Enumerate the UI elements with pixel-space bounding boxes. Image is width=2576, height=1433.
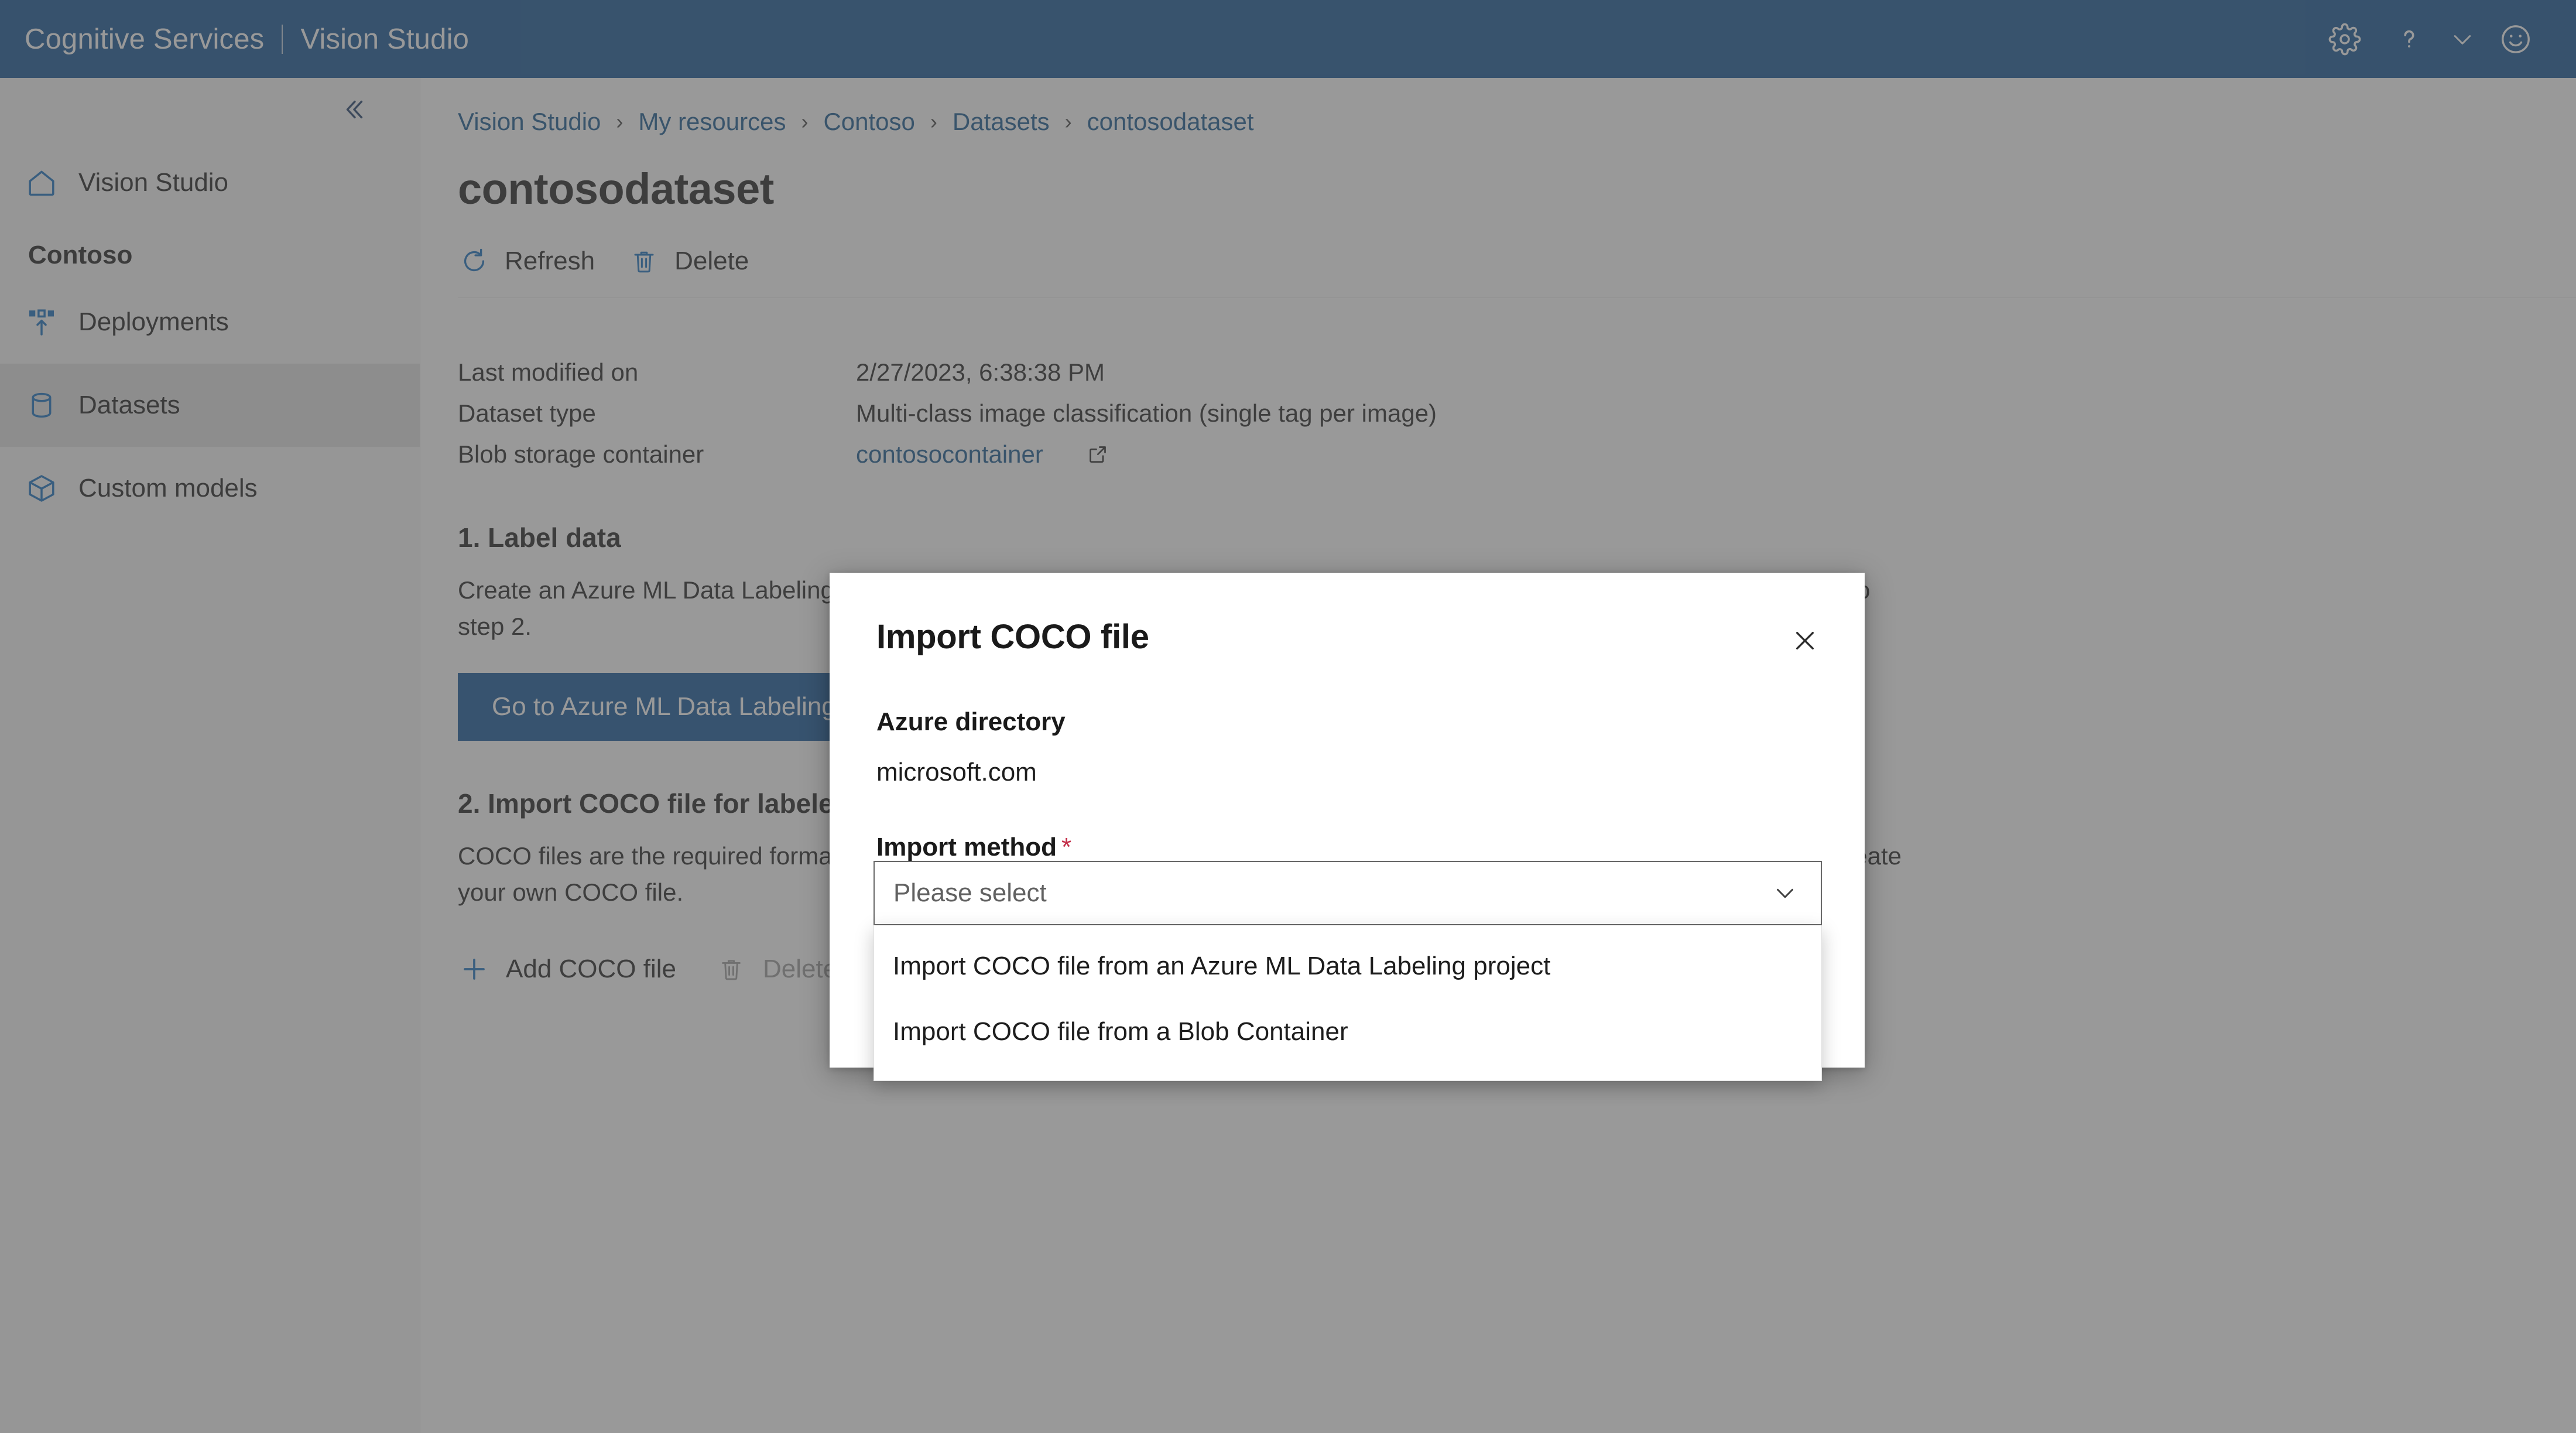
dialog-title: Import COCO file bbox=[876, 618, 1149, 656]
dropdown-option-azure-ml-project[interactable]: Import COCO file from an Azure ML Data L… bbox=[874, 933, 1821, 999]
close-icon[interactable] bbox=[1784, 620, 1826, 662]
application-window: Cognitive Services Vision Studio bbox=[0, 0, 2576, 1433]
azure-directory-value: microsoft.com bbox=[876, 758, 1037, 786]
dropdown-option-blob-container[interactable]: Import COCO file from a Blob Container bbox=[874, 999, 1821, 1065]
import-method-dropdown-list: Import COCO file from an Azure ML Data L… bbox=[873, 925, 1822, 1081]
required-asterisk: * bbox=[1061, 833, 1072, 861]
dialog-header: Import COCO file bbox=[876, 617, 1818, 662]
chevron-down-icon bbox=[1769, 877, 1801, 909]
azure-directory-label: Azure directory bbox=[876, 707, 1066, 736]
import-method-label-text: Import method bbox=[876, 833, 1057, 861]
import-method-selected-value: Please select bbox=[893, 878, 1047, 907]
import-method-select[interactable]: Please select bbox=[873, 861, 1822, 925]
import-method-label: Import method * bbox=[876, 833, 1818, 862]
